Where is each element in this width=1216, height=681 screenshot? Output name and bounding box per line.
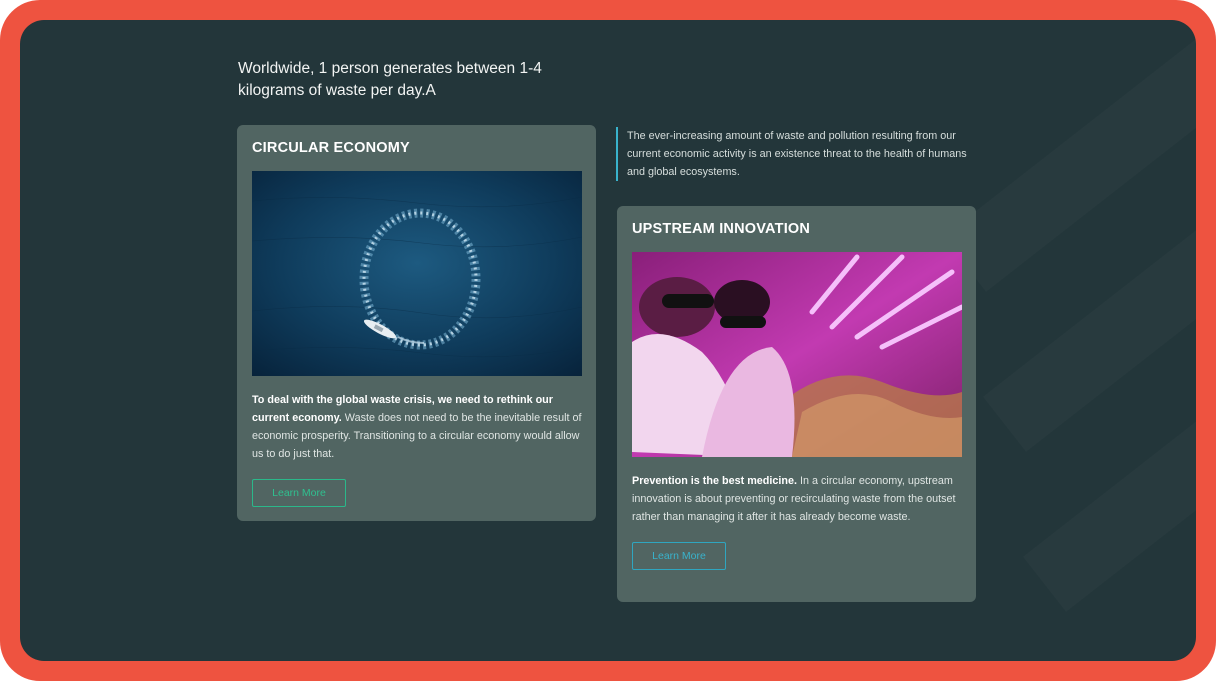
card-description: To deal with the global waste crisis, we… [252, 391, 584, 463]
card-title: CIRCULAR ECONOMY [252, 140, 410, 156]
card-description-bold: Prevention is the best medicine. [632, 475, 798, 487]
learn-more-button[interactable]: Learn More [252, 479, 346, 507]
card-upstream-innovation: UPSTREAM INNOVATION Prevention is the be… [617, 206, 976, 602]
outer-frame: Worldwide, 1 person generates between 1-… [0, 0, 1216, 681]
lab-scientists-photo [632, 252, 962, 457]
content-panel: Worldwide, 1 person generates between 1-… [20, 20, 1196, 661]
card-circular-economy: CIRCULAR ECONOMY To deal with the global… [237, 125, 596, 521]
background-decoration [943, 20, 1196, 292]
card-title: UPSTREAM INNOVATION [632, 221, 811, 237]
ocean-boat-photo [252, 171, 582, 376]
learn-more-button[interactable]: Learn More [632, 542, 726, 570]
page-headline: Worldwide, 1 person generates between 1-… [238, 60, 542, 99]
pull-quote: The ever-increasing amount of waste and … [616, 127, 976, 181]
card-description: Prevention is the best medicine. In a ci… [632, 472, 964, 526]
